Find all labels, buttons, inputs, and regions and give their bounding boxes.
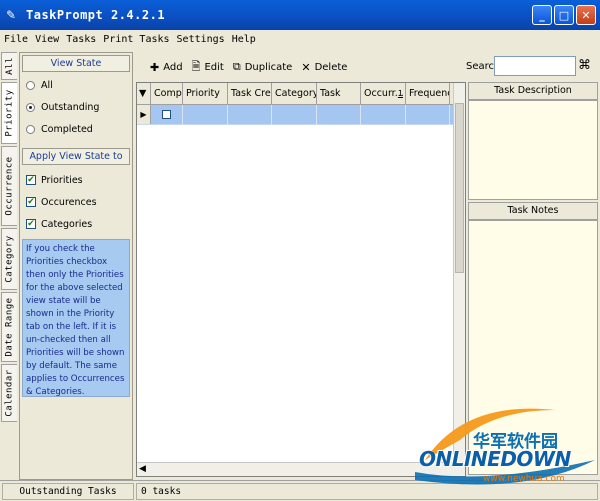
help-text: If you check the Priorities checkbox the…	[22, 239, 130, 397]
tab-category[interactable]: Category	[1, 228, 17, 290]
cell-task-created[interactable]	[228, 105, 272, 125]
sort-indicator: 1	[397, 89, 403, 98]
duplicate-label: Duplicate	[244, 61, 293, 73]
window-title: TaskPrompt 2.4.2.1	[26, 8, 166, 22]
menu-tasks[interactable]: Tasks	[66, 34, 96, 45]
task-notes-header: Task Notes	[468, 202, 598, 220]
cell-occurrence[interactable]	[361, 105, 406, 125]
watermark-url: www.newhua.com	[483, 474, 565, 484]
menu-print-tasks[interactable]: Print Tasks	[103, 34, 169, 45]
checkbox-occurences[interactable]: ✔	[26, 197, 36, 207]
view-state-header: View State	[22, 55, 130, 72]
scroll-left-icon[interactable]: ◀	[139, 464, 146, 474]
binoculars-icon[interactable]: ⌘	[578, 58, 591, 73]
view-state-panel: View State All Outstanding Completed App…	[19, 52, 133, 480]
vertical-tab-strip: All Priority Occurrence Category Date Ra…	[0, 50, 18, 480]
plus-icon: ✚	[150, 60, 160, 74]
check-categories[interactable]: ✔ Categories	[20, 213, 132, 235]
radio-outstanding[interactable]: Outstanding	[20, 96, 132, 118]
column-occurrence[interactable]: Occurr... 1	[361, 83, 406, 105]
cell-completed[interactable]	[151, 105, 183, 125]
cell-frequency[interactable]	[406, 105, 450, 125]
delete-x-icon: ✕	[301, 60, 311, 74]
menu-view[interactable]: View	[35, 34, 59, 45]
radio-all-button[interactable]	[26, 80, 35, 90]
menu-bar: File View Tasks Print Tasks Settings Hel…	[0, 30, 600, 48]
table-row[interactable]: ▶	[137, 105, 465, 125]
edit-button[interactable]: 🗎 Edit	[192, 57, 224, 77]
check-occurences[interactable]: ✔ Occurences	[20, 191, 132, 213]
completed-checkbox[interactable]	[162, 110, 171, 119]
task-description-header: Task Description	[468, 82, 598, 100]
close-button[interactable]: ✕	[576, 5, 596, 25]
document-edit-icon: 🗎	[191, 59, 201, 73]
task-description-area[interactable]	[468, 100, 598, 200]
column-category[interactable]: Category	[272, 83, 317, 105]
tab-priority[interactable]: Priority	[1, 82, 17, 144]
apply-view-state-header: Apply View State to	[22, 148, 130, 165]
minimize-button[interactable]: _	[532, 5, 552, 25]
radio-completed[interactable]: Completed	[20, 118, 132, 140]
radio-all[interactable]: All	[20, 74, 132, 96]
copy-icon: ⧉	[232, 60, 241, 73]
toolbar: ✚ Add 🗎 Edit ⧉ Duplicate ✕ Delete Search…	[136, 56, 600, 78]
status-view: Outstanding Tasks	[2, 483, 134, 500]
add-button[interactable]: ✚ Add	[150, 57, 183, 77]
delete-label: Delete	[314, 61, 348, 73]
column-priority[interactable]: Priority	[183, 83, 228, 105]
cell-priority[interactable]	[183, 105, 228, 125]
check-priorities[interactable]: ✔ Priorities	[20, 169, 132, 191]
tab-occurrence[interactable]: Occurrence	[1, 146, 17, 226]
radio-outstanding-button[interactable]	[26, 102, 35, 112]
grid-header: ▼ Compl... Priority Task Crea... Categor…	[137, 83, 465, 105]
tab-all[interactable]: All	[1, 52, 17, 80]
radio-all-label: All	[41, 79, 53, 91]
check-categories-label: Categories	[41, 218, 93, 230]
radio-outstanding-label: Outstanding	[41, 101, 100, 113]
radio-completed-label: Completed	[41, 123, 93, 135]
edit-label: Edit	[204, 61, 224, 73]
menu-help[interactable]: Help	[232, 34, 256, 45]
column-task-created[interactable]: Task Crea...	[228, 83, 272, 105]
checkbox-categories[interactable]: ✔	[26, 219, 36, 229]
title-bar: ✎ TaskPrompt 2.4.2.1 _ □ ✕	[0, 0, 600, 30]
scroll-thumb[interactable]	[455, 103, 464, 273]
add-label: Add	[163, 61, 183, 73]
check-priorities-label: Priorities	[41, 174, 83, 186]
search-input[interactable]	[494, 56, 576, 76]
watermark-brand: ONLINEDOWN	[419, 447, 571, 471]
cell-task[interactable]	[317, 105, 361, 125]
menu-settings[interactable]: Settings	[177, 34, 225, 45]
checkbox-priorities[interactable]: ✔	[26, 175, 36, 185]
row-pointer-icon: ▶	[137, 105, 151, 124]
check-occurences-label: Occurences	[41, 196, 97, 208]
watermark-logo: 华军软件园 ONLINEDOWN www.newhua.com	[405, 400, 600, 500]
delete-button[interactable]: ✕ Delete	[301, 57, 347, 77]
app-icon: ✎	[6, 8, 17, 22]
cell-category[interactable]	[272, 105, 317, 125]
column-frequency[interactable]: Frequency	[406, 83, 450, 105]
grid-dropdown-icon[interactable]: ▼	[137, 83, 151, 105]
tab-calendar[interactable]: Calendar	[1, 364, 17, 422]
tab-date-range[interactable]: Date Range	[1, 292, 17, 362]
column-task[interactable]: Task	[317, 83, 361, 105]
maximize-button[interactable]: □	[554, 5, 574, 25]
duplicate-button[interactable]: ⧉ Duplicate	[233, 57, 293, 77]
column-completed[interactable]: Compl...	[151, 83, 183, 105]
window-controls: _ □ ✕	[532, 5, 596, 25]
radio-completed-button[interactable]	[26, 124, 35, 134]
menu-file[interactable]: File	[4, 34, 28, 45]
